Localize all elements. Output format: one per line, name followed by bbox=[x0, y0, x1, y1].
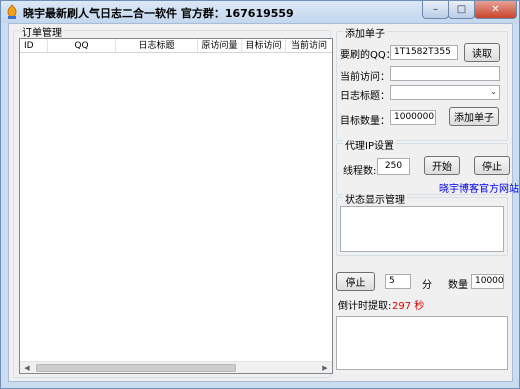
log-display[interactable] bbox=[336, 316, 508, 370]
scroll-thumb[interactable] bbox=[36, 364, 236, 372]
threads-label: 线程数: bbox=[343, 166, 377, 177]
threads-input[interactable]: 250 bbox=[377, 158, 410, 175]
countdown-value: 297 秒 bbox=[392, 301, 425, 312]
start-button[interactable]: 开始 bbox=[424, 156, 460, 175]
add-order-group-label: 添加单子 bbox=[343, 25, 387, 40]
window-title: 晓宇最新刷人气日志二合一软件 官方群：167619559 bbox=[23, 7, 294, 20]
maximize-button[interactable]: □ bbox=[448, 1, 475, 19]
col-header-original-visits[interactable]: 原访问量 bbox=[198, 39, 242, 52]
status-display[interactable] bbox=[340, 206, 504, 252]
scroll-left-arrow-icon[interactable]: ◀ bbox=[20, 362, 34, 374]
target-qty-label: 目标数量： bbox=[340, 116, 390, 127]
minutes-unit-label: 分 bbox=[422, 280, 432, 291]
log-title-select[interactable]: ⌄ bbox=[390, 85, 500, 100]
col-header-target-visits[interactable]: 目标访问 bbox=[242, 39, 286, 52]
chevron-down-icon[interactable]: ⌄ bbox=[490, 87, 497, 96]
read-button[interactable]: 读取 bbox=[464, 43, 500, 62]
current-visits-input[interactable] bbox=[390, 66, 500, 81]
col-header-id[interactable]: ID bbox=[20, 39, 48, 52]
minimize-button[interactable]: – bbox=[422, 1, 449, 19]
proxy-group-label: 代理IP设置 bbox=[343, 137, 396, 152]
qq-label: 要刷的QQ： bbox=[340, 50, 396, 61]
countdown-label: 倒计时提取: bbox=[338, 301, 392, 312]
horizontal-scrollbar[interactable]: ◀ ▶ bbox=[20, 361, 332, 373]
qty-label: 数量 bbox=[448, 280, 468, 291]
app-window: 晓宇最新刷人气日志二合一软件 官方群：167619559 – □ ✕ 订单管理 … bbox=[0, 0, 520, 389]
status-group-label: 状态显示管理 bbox=[343, 191, 407, 206]
scroll-right-arrow-icon[interactable]: ▶ bbox=[318, 362, 332, 374]
current-visits-label: 当前访问： bbox=[340, 72, 390, 83]
title-bar[interactable]: 晓宇最新刷人气日志二合一软件 官方群：167619559 – □ ✕ bbox=[1, 1, 519, 23]
proxy-stop-button[interactable]: 停止 bbox=[474, 156, 510, 175]
add-order-button[interactable]: 添加单子 bbox=[449, 107, 499, 126]
orders-list-header: ID QQ 日志标题 原访问量 目标访问 当前访问 bbox=[20, 39, 332, 53]
qty-input[interactable]: 10000 bbox=[471, 274, 504, 289]
col-header-log-title[interactable]: 日志标题 bbox=[116, 39, 198, 52]
qq-input[interactable]: 1T1582T355 bbox=[390, 45, 458, 60]
client-area: 订单管理 ID QQ 日志标题 原访问量 目标访问 当前访问 ◀ ▶ 添加单子 … bbox=[8, 23, 519, 382]
orders-listview[interactable]: ID QQ 日志标题 原访问量 目标访问 当前访问 ◀ ▶ bbox=[19, 38, 333, 374]
app-logo-icon bbox=[7, 4, 17, 19]
log-title-label: 日志标题： bbox=[340, 91, 390, 102]
col-header-qq[interactable]: QQ bbox=[48, 39, 116, 52]
minutes-input[interactable]: 5 bbox=[385, 274, 411, 289]
col-header-current-visits[interactable]: 当前访问 bbox=[286, 39, 332, 52]
close-button[interactable]: ✕ bbox=[474, 1, 517, 19]
blog-link[interactable]: 晓宇博客官方网站 bbox=[439, 180, 519, 195]
orders-group-label: 订单管理 bbox=[20, 24, 64, 39]
target-qty-input[interactable]: 1000000 bbox=[390, 110, 436, 125]
timer-stop-button[interactable]: 停止 bbox=[336, 272, 375, 291]
